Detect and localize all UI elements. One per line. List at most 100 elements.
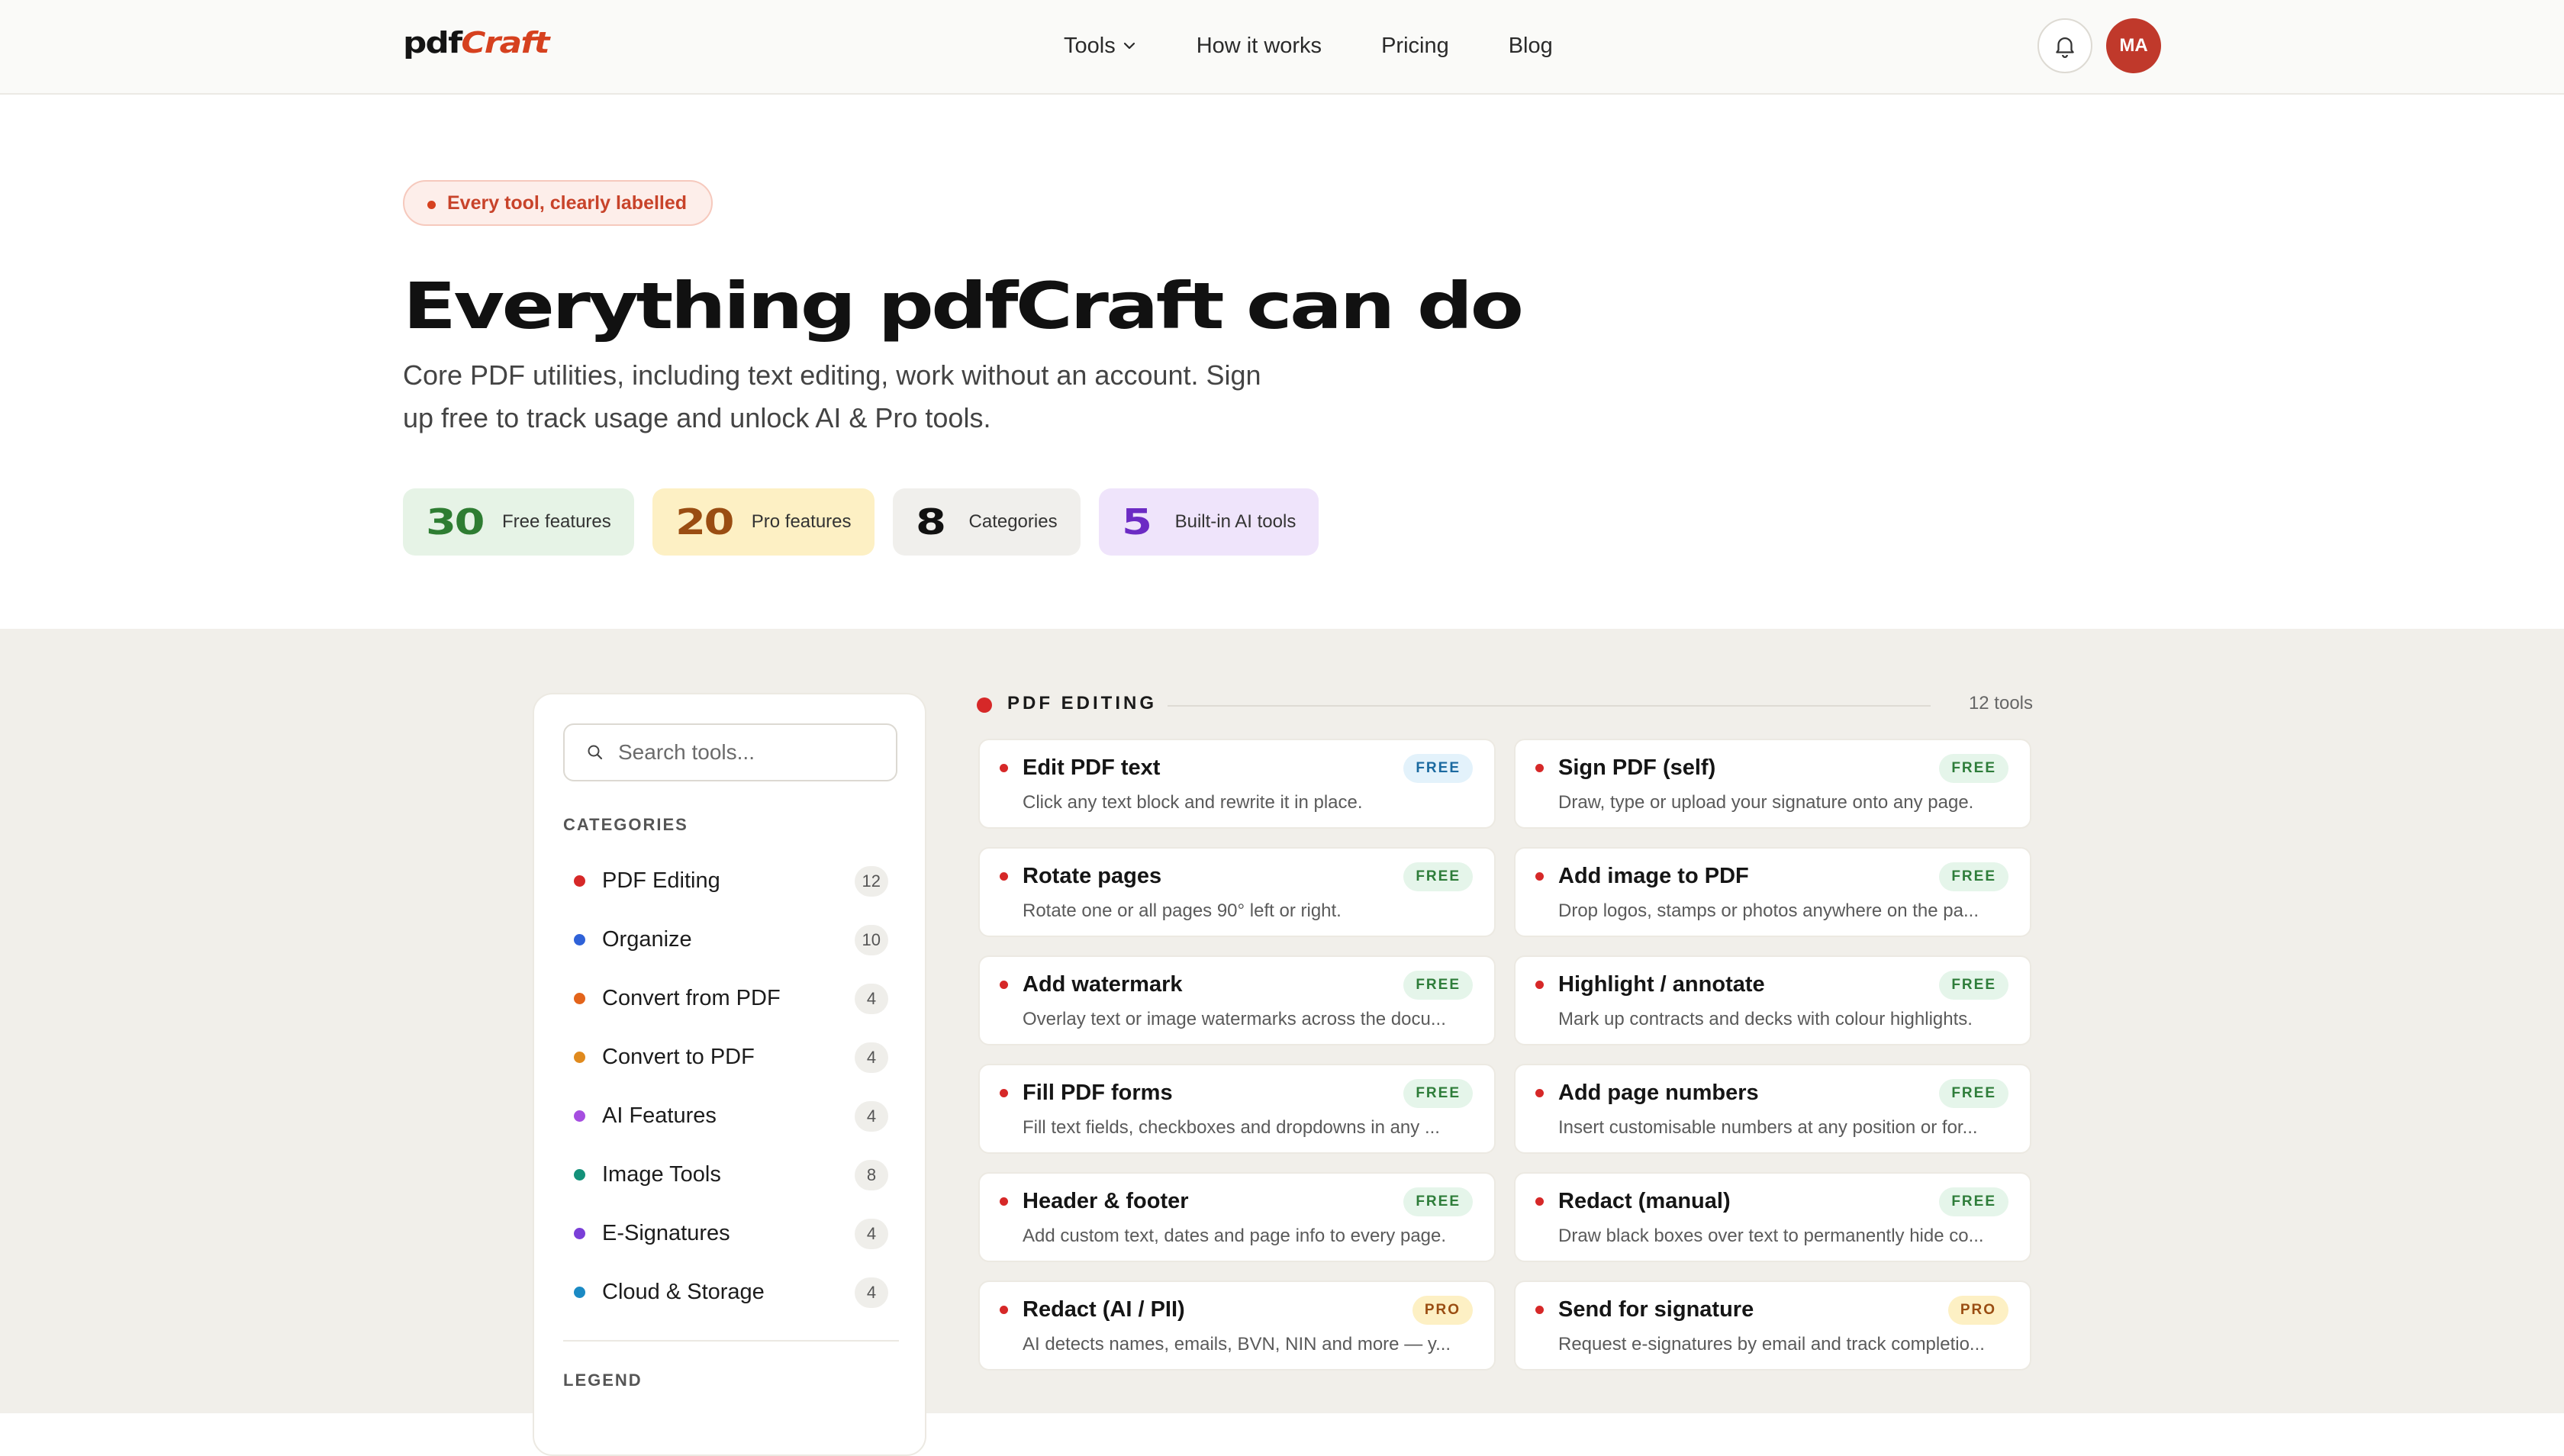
tool-name: Redact (manual) — [1558, 1189, 1731, 1213]
top-navigation-bar: pdfCraft Tools How it works Pricing Blog… — [0, 0, 2564, 95]
category-label: AI Features — [602, 1103, 717, 1128]
stat-label: Free features — [502, 511, 611, 532]
tool-description: Draw black boxes over text to permanentl… — [1558, 1226, 1984, 1246]
tool-description: Add custom text, dates and page info to … — [1023, 1226, 1447, 1246]
tool-dot — [1000, 981, 1008, 989]
tool-name: Redact (AI / PII) — [1023, 1297, 1185, 1322]
category-label: Cloud & Storage — [602, 1280, 765, 1304]
nav-how-it-works[interactable]: How it works — [1197, 31, 1322, 61]
category-label: E-Signatures — [602, 1221, 730, 1245]
tool-card-add-image-to-pdf[interactable]: Add image to PDF FREE Drop logos, stamps… — [1514, 847, 2031, 937]
pdfcraft-logo[interactable]: pdfCraft — [403, 26, 550, 60]
tool-card-add-watermark[interactable]: Add watermark FREE Overlay text or image… — [978, 955, 1496, 1045]
tool-description: Rotate one or all pages 90° left or righ… — [1023, 900, 1342, 921]
free-badge: FREE — [1939, 1187, 2008, 1216]
tool-dot — [1535, 1089, 1544, 1097]
section-divider — [1168, 705, 1931, 707]
tool-dot — [1535, 764, 1544, 772]
tool-name: Add watermark — [1023, 972, 1183, 997]
tool-dot — [1000, 764, 1008, 772]
tool-name: Fill PDF forms — [1023, 1081, 1173, 1105]
pro-badge: PRO — [1412, 1296, 1473, 1325]
category-convert-from-pdf[interactable]: Convert from PDF 4 — [563, 969, 899, 1028]
nav-tools[interactable]: Tools — [1064, 31, 1137, 61]
category-label: PDF Editing — [602, 868, 720, 893]
free-badge: FREE — [1939, 862, 2008, 891]
tool-dot — [1000, 1306, 1008, 1314]
category-cloud-storage[interactable]: Cloud & Storage 4 — [563, 1263, 899, 1322]
tool-name: Add image to PDF — [1558, 864, 1749, 888]
category-organize[interactable]: Organize 10 — [563, 910, 899, 969]
tool-card-fill-pdf-forms[interactable]: Fill PDF forms FREE Fill text fields, ch… — [978, 1064, 1496, 1154]
logo-text-main: pdf — [403, 26, 462, 60]
category-dot — [574, 875, 585, 887]
category-count: 8 — [855, 1159, 888, 1190]
nav-pricing[interactable]: Pricing — [1381, 31, 1449, 61]
category-pdf-editing[interactable]: PDF Editing 12 — [563, 852, 899, 910]
hero-subtitle: Core PDF utilities, including text editi… — [403, 354, 1319, 440]
legend-heading: LEGEND — [563, 1371, 643, 1390]
tool-card-header-footer[interactable]: Header & footer FREE Add custom text, da… — [978, 1172, 1496, 1262]
category-count: 4 — [855, 1100, 888, 1132]
categories-heading: CATEGORIES — [563, 815, 688, 834]
category-label: Convert to PDF — [602, 1045, 755, 1069]
tool-card-edit-pdf-text[interactable]: Edit PDF text FREE Click any text block … — [978, 739, 1496, 829]
hero-subtitle-line-2: up free to track usage and unlock AI & P… — [403, 402, 991, 433]
tool-dot — [1000, 872, 1008, 881]
category-ai-features[interactable]: AI Features 4 — [563, 1087, 899, 1145]
search-input[interactable] — [618, 740, 893, 765]
tool-name: Highlight / annotate — [1558, 972, 1765, 997]
free-badge: FREE — [1403, 1079, 1473, 1108]
stats-row: 30 Free features 20 Pro features 8 Categ… — [403, 488, 1319, 556]
tool-card-redact-manual[interactable]: Redact (manual) FREE Draw black boxes ov… — [1514, 1172, 2031, 1262]
category-convert-to-pdf[interactable]: Convert to PDF 4 — [563, 1028, 899, 1087]
tool-name: Edit PDF text — [1023, 755, 1161, 780]
free-badge: FREE — [1939, 1079, 2008, 1108]
tool-dot — [1535, 981, 1544, 989]
category-e-signatures[interactable]: E-Signatures 4 — [563, 1204, 899, 1263]
tool-description: Drop logos, stamps or photos anywhere on… — [1558, 900, 1979, 921]
page-title: Everything pdfCraft can do — [403, 269, 1524, 343]
tool-card-highlight-annotate[interactable]: Highlight / annotate FREE Mark up contra… — [1514, 955, 2031, 1045]
tool-dot — [1535, 1306, 1544, 1314]
stat-free-features: 30 Free features — [403, 488, 634, 556]
tool-name: Header & footer — [1023, 1189, 1189, 1213]
category-count: 4 — [855, 1042, 888, 1073]
stat-value: 8 — [915, 501, 946, 543]
category-label: Image Tools — [602, 1162, 721, 1187]
section-title: PDF EDITING — [1007, 693, 1158, 714]
tool-description: Draw, type or upload your signature onto… — [1558, 792, 1974, 813]
category-count: 10 — [854, 924, 888, 955]
category-count: 12 — [854, 865, 888, 897]
search-icon — [588, 745, 603, 760]
stat-label: Pro features — [751, 511, 852, 532]
hero-subtitle-line-1: Core PDF utilities, including text editi… — [403, 359, 1261, 391]
tool-dot — [1535, 1197, 1544, 1206]
nav-blog[interactable]: Blog — [1509, 31, 1553, 61]
tools-sidebar: CATEGORIES PDF Editing 12 Organize 10 Co… — [533, 693, 926, 1456]
user-avatar[interactable]: MA — [2106, 18, 2161, 73]
category-label: Organize — [602, 927, 692, 952]
category-list: PDF Editing 12 Organize 10 Convert from … — [563, 852, 899, 1322]
category-image-tools[interactable]: Image Tools 8 — [563, 1145, 899, 1204]
section-tool-count: 12 tools — [1968, 693, 2033, 714]
free-badge: FREE — [1403, 754, 1473, 783]
tool-card-add-page-numbers[interactable]: Add page numbers FREE Insert customisabl… — [1514, 1064, 2031, 1154]
category-dot — [574, 1110, 585, 1122]
main-nav: Tools How it works Pricing Blog — [1064, 31, 1612, 61]
notifications-button[interactable] — [2037, 18, 2092, 73]
tool-card-sign-pdf-self[interactable]: Sign PDF (self) FREE Draw, type or uploa… — [1514, 739, 2031, 829]
tool-description: AI detects names, emails, BVN, NIN and m… — [1023, 1334, 1451, 1355]
tool-card-redact-ai-pii[interactable]: Redact (AI / PII) PRO AI detects names, … — [978, 1280, 1496, 1371]
badge-dot — [427, 201, 436, 209]
section-dot — [977, 697, 992, 713]
hero-badge: Every tool, clearly labelled — [403, 180, 713, 226]
tool-description: Mark up contracts and decks with colour … — [1558, 1009, 1973, 1029]
pro-badge: PRO — [1947, 1296, 2008, 1325]
tool-name: Rotate pages — [1023, 864, 1162, 888]
tool-card-send-for-signature[interactable]: Send for signature PRO Request e-signatu… — [1514, 1280, 2031, 1371]
hero-badge-text: Every tool, clearly labelled — [447, 192, 688, 214]
chevron-down-icon — [1123, 42, 1135, 50]
tool-description: Overlay text or image watermarks across … — [1023, 1009, 1446, 1029]
tool-card-rotate-pages[interactable]: Rotate pages FREE Rotate one or all page… — [978, 847, 1496, 937]
